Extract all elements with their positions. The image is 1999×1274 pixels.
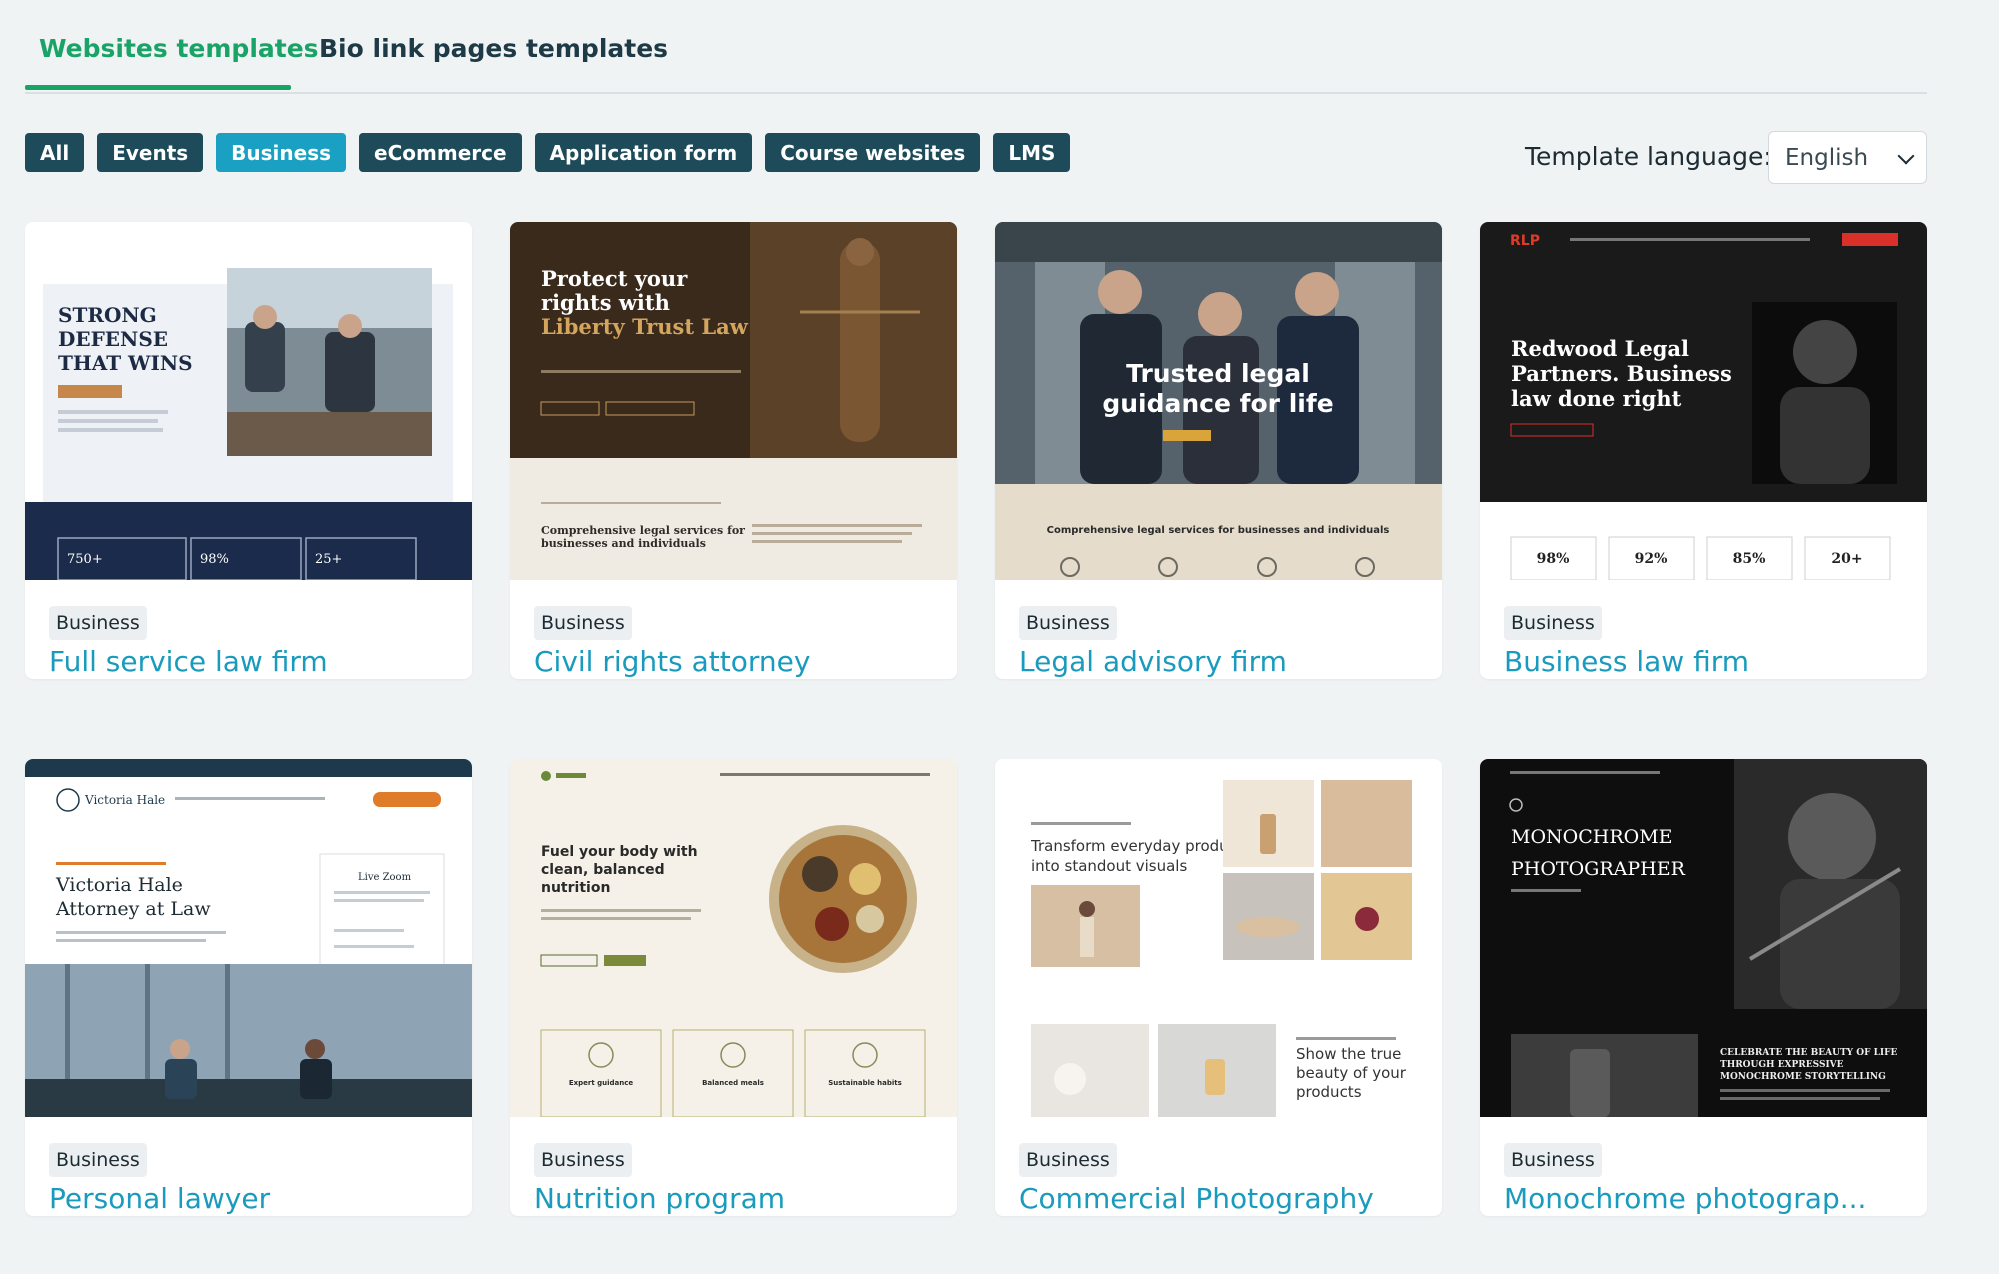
preview-feature-1: Expert guidance (569, 1079, 634, 1087)
preview-headline-line-1: Trusted legal (1126, 359, 1310, 388)
template-title[interactable]: Civil rights attorney (534, 645, 810, 678)
preview-headline-line-2: DEFENSE (58, 327, 168, 351)
preview-headline-line-1: Victoria Hale (55, 874, 183, 896)
chevron-down-icon (1897, 147, 1915, 165)
filter-events[interactable]: Events (97, 133, 204, 172)
preview-stat-2: 98% (200, 552, 229, 567)
template-title[interactable]: Personal lawyer (49, 1182, 270, 1215)
template-language-value: English (1785, 144, 1869, 171)
template-title[interactable]: Monochrome photograp... (1504, 1182, 1866, 1215)
filter-course-websites[interactable]: Course websites (765, 133, 981, 172)
category-badge: Business (534, 606, 632, 640)
template-preview-image: Transform everyday products into standou… (995, 759, 1442, 1117)
template-title[interactable]: Full service law firm (49, 645, 328, 678)
preview-stat-1: 750+ (67, 552, 103, 567)
template-title[interactable]: Business law firm (1504, 645, 1749, 678)
preview-sub-line-1: Comprehensive legal services for (541, 524, 745, 537)
category-badge: Business (534, 1143, 632, 1177)
template-preview-image: Trusted legal guidance for life Comprehe… (995, 222, 1442, 580)
tab-websites-templates[interactable]: Websites templates (39, 34, 319, 63)
preview-headline-line-1: Transform everyday products (1030, 837, 1251, 855)
template-card-commercial-photography[interactable]: Transform everyday products into standou… (995, 759, 1442, 1216)
preview-headline-line-1: Fuel your body with (541, 844, 698, 860)
preview-headline-line-1: MONOCHROME (1511, 826, 1673, 848)
category-badge: Business (49, 1143, 147, 1177)
preview-headline-line-3: law done right (1511, 386, 1682, 411)
filter-lms[interactable]: LMS (993, 133, 1071, 172)
category-badge: Business (1504, 606, 1602, 640)
category-badge: Business (1504, 1143, 1602, 1177)
preview-headline-line-3: Liberty Trust Law (541, 314, 749, 339)
template-preview-image: MONOCHROME PHOTOGRAPHER CELEBRATE THE BE… (1480, 759, 1927, 1117)
preview-stat-1: 98% (1537, 551, 1570, 567)
preview-sub-line-1: CELEBRATE THE BEAUTY OF LIFE (1720, 1048, 1898, 1058)
preview-feature-3: Sustainable habits (828, 1079, 902, 1087)
template-card-civil-rights-attorney[interactable]: Protect your rights with Liberty Trust L… (510, 222, 957, 679)
category-filters: All Events Business eCommerce Applicatio… (25, 133, 1071, 172)
preview-stat-3: 85% (1733, 551, 1766, 567)
preview-stat-4: 20+ (1831, 551, 1862, 567)
template-card-full-service-law-firm[interactable]: STRONG DEFENSE THAT WINS 750+ 98% 25+ Bu… (25, 222, 472, 679)
preview-headline-line-2: Attorney at Law (55, 898, 211, 920)
preview-headline-line-2: clean, balanced (541, 862, 665, 878)
template-card-personal-lawyer[interactable]: Victoria Hale Victoria Hale Attorney at … (25, 759, 472, 1216)
template-preview-image: Fuel your body with clean, balanced nutr… (510, 759, 957, 1117)
preview-headline-line-3: THAT WINS (58, 351, 193, 375)
template-card-business-law-firm[interactable]: RLP Redwood Legal Partners. Business law… (1480, 222, 1927, 679)
template-card-nutrition-program[interactable]: Fuel your body with clean, balanced nutr… (510, 759, 957, 1216)
category-badge: Business (1019, 1143, 1117, 1177)
preview-stat-3: 25+ (315, 552, 342, 567)
tab-bio-link-pages-templates[interactable]: Bio link pages templates (319, 34, 668, 63)
preview-logo: Victoria Hale (84, 793, 165, 807)
template-language-label: Template language: (1525, 142, 1772, 171)
preview-sub-line-1: Show the true (1296, 1045, 1401, 1063)
template-preview-image: Protect your rights with Liberty Trust L… (510, 222, 957, 580)
preview-sub-line-2: businesses and individuals (541, 537, 706, 550)
preview-logo: RLP (1510, 233, 1540, 249)
filter-all[interactable]: All (25, 133, 85, 172)
preview-headline-line-2: into standout visuals (1031, 857, 1187, 875)
preview-headline-line-2: Partners. Business (1511, 361, 1732, 386)
preview-headline-line-2: rights with (541, 290, 670, 315)
template-language-select[interactable]: English (1768, 131, 1927, 184)
preview-headline-line-1: Protect your (541, 266, 688, 291)
filter-business[interactable]: Business (216, 133, 347, 172)
preview-sub-line-3: MONOCHROME STORYTELLING (1720, 1072, 1886, 1082)
preview-aside: Live Zoom (358, 872, 412, 883)
template-preview-image: STRONG DEFENSE THAT WINS 750+ 98% 25+ (25, 222, 472, 580)
template-card-legal-advisory-firm[interactable]: Trusted legal guidance for life Comprehe… (995, 222, 1442, 679)
template-type-tabs: Websites templates Bio link pages templa… (25, 0, 1927, 94)
preview-headline-line-2: guidance for life (1102, 389, 1333, 418)
preview-sub-line-2: THROUGH EXPRESSIVE (1720, 1060, 1844, 1070)
active-tab-indicator (25, 85, 291, 90)
category-badge: Business (1019, 606, 1117, 640)
filter-ecommerce[interactable]: eCommerce (359, 133, 522, 172)
template-card-monochrome-photographer[interactable]: MONOCHROME PHOTOGRAPHER CELEBRATE THE BE… (1480, 759, 1927, 1216)
template-title[interactable]: Nutrition program (534, 1182, 785, 1215)
preview-headline-line-1: STRONG (58, 303, 157, 327)
template-preview-image: Victoria Hale Victoria Hale Attorney at … (25, 759, 472, 1117)
preview-headline-line-3: nutrition (541, 880, 610, 896)
preview-headline-line-2: PHOTOGRAPHER (1511, 858, 1686, 880)
preview-sub: Comprehensive legal services for busines… (1047, 525, 1390, 536)
preview-stat-2: 92% (1635, 551, 1668, 567)
preview-feature-2: Balanced meals (702, 1079, 764, 1087)
category-badge: Business (49, 606, 147, 640)
template-preview-image: RLP Redwood Legal Partners. Business law… (1480, 222, 1927, 580)
filter-application-form[interactable]: Application form (534, 133, 753, 172)
preview-sub-line-3: products (1296, 1083, 1362, 1101)
template-title[interactable]: Commercial Photography (1019, 1182, 1374, 1215)
preview-headline-line-1: Redwood Legal (1511, 336, 1689, 361)
template-title[interactable]: Legal advisory firm (1019, 645, 1287, 678)
preview-sub-line-2: beauty of your (1296, 1064, 1407, 1082)
